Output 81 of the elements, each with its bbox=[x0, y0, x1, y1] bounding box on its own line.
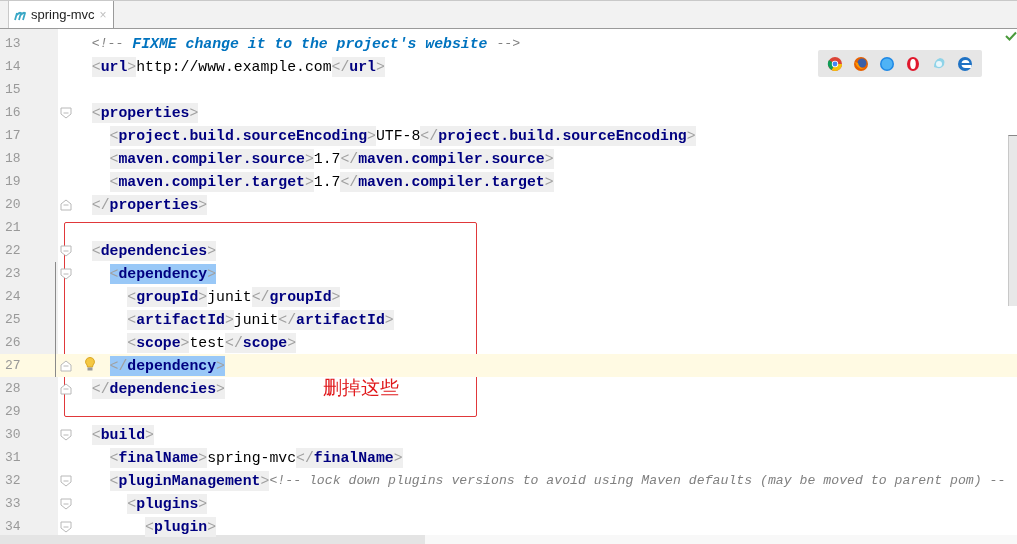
fold-icon[interactable] bbox=[60, 106, 72, 119]
code-comment: <!-- bbox=[91, 36, 124, 51]
line-number: 16 bbox=[5, 105, 21, 120]
xml-tag: </dependencies> bbox=[91, 378, 225, 399]
line-number: 33 bbox=[5, 496, 21, 511]
tag-value: UTF-8 bbox=[375, 127, 421, 144]
xml-tag: </dependency> bbox=[109, 355, 225, 376]
xml-tag: </project.build.sourceEncoding> bbox=[420, 125, 696, 146]
xml-tag: <url> bbox=[91, 56, 137, 77]
xml-tag: </properties> bbox=[91, 194, 208, 215]
browser-icon[interactable] bbox=[879, 55, 895, 72]
xml-tag: <finalName> bbox=[109, 447, 208, 468]
fold-icon[interactable] bbox=[60, 474, 72, 487]
xml-tag: <artifactId> bbox=[127, 309, 234, 330]
tag-value: 1.7 bbox=[313, 150, 341, 167]
xml-tag: </url> bbox=[331, 56, 385, 77]
editor-tab[interactable]: spring-mvc × bbox=[8, 1, 114, 28]
xml-tag: <maven.compiler.target> bbox=[109, 171, 314, 192]
line-number: 31 bbox=[5, 450, 21, 465]
line-number: 29 bbox=[5, 404, 21, 419]
tag-value: http://www.example.com bbox=[136, 58, 332, 75]
todo-comment: FIXME change it to the project's website bbox=[132, 35, 489, 52]
xml-tag: <plugins> bbox=[127, 493, 208, 514]
tag-value: spring-mvc bbox=[207, 449, 297, 466]
line-number: 18 bbox=[5, 151, 21, 166]
xml-tag: </maven.compiler.source> bbox=[340, 148, 554, 169]
xml-tag: </groupId> bbox=[251, 286, 341, 307]
fold-icon[interactable] bbox=[60, 267, 72, 280]
line-number: 22 bbox=[5, 243, 21, 258]
browser-icon[interactable] bbox=[827, 55, 843, 72]
line-number: 30 bbox=[5, 427, 21, 442]
line-number: 26 bbox=[5, 335, 21, 350]
annotation-text: 删掉这些 bbox=[323, 375, 399, 400]
line-number: 20 bbox=[5, 197, 21, 212]
browser-icon[interactable] bbox=[853, 55, 869, 72]
line-number: 27 bbox=[5, 358, 21, 373]
code-comment: <!-- lock down plugins versions to avoid using Maven defaults (may be moved to parent pom) -- bbox=[269, 473, 1006, 488]
xml-tag: <maven.compiler.source> bbox=[109, 148, 314, 169]
xml-tag: </finalName> bbox=[296, 447, 403, 468]
line-number: 21 bbox=[5, 220, 21, 235]
line-number: 14 bbox=[5, 59, 21, 74]
xml-tag: <properties> bbox=[91, 102, 199, 123]
tag-value: junit bbox=[233, 311, 279, 328]
tag-value: 1.7 bbox=[313, 173, 341, 190]
xml-tag: <pluginManagement> bbox=[109, 470, 270, 491]
fold-icon[interactable] bbox=[60, 520, 72, 533]
xml-tag: <dependency> bbox=[109, 263, 217, 284]
line-number: 17 bbox=[5, 128, 21, 143]
line-number: 19 bbox=[5, 174, 21, 189]
xml-tag: <groupId> bbox=[127, 286, 208, 307]
line-number: 28 bbox=[5, 381, 21, 396]
line-number: 25 bbox=[5, 312, 21, 327]
scrollbar-thumb[interactable] bbox=[1008, 135, 1017, 306]
browser-icon[interactable] bbox=[905, 55, 921, 72]
line-number: 32 bbox=[5, 473, 21, 488]
xml-tag: <scope> bbox=[127, 332, 190, 353]
fold-icon[interactable] bbox=[60, 497, 72, 510]
line-number: 34 bbox=[5, 519, 21, 534]
tag-value: test bbox=[189, 334, 225, 351]
line-number: 24 bbox=[5, 289, 21, 304]
code-comment: --> bbox=[496, 36, 521, 51]
scrollbar-thumb[interactable] bbox=[0, 535, 425, 544]
xml-tag: </maven.compiler.target> bbox=[340, 171, 554, 192]
fold-icon[interactable] bbox=[60, 359, 72, 372]
browser-icon[interactable] bbox=[957, 55, 973, 72]
line-number: 15 bbox=[5, 82, 21, 97]
line-number: 23 bbox=[5, 266, 21, 281]
tag-value: junit bbox=[207, 288, 252, 305]
xml-tag: </artifactId> bbox=[278, 309, 394, 330]
fold-icon[interactable] bbox=[60, 382, 72, 395]
xml-tag: <dependencies> bbox=[91, 240, 217, 261]
fold-icon[interactable] bbox=[60, 198, 72, 211]
lightbulb-icon[interactable] bbox=[85, 357, 95, 371]
xml-tag: </scope> bbox=[225, 332, 297, 353]
fold-icon[interactable] bbox=[60, 244, 72, 257]
xml-tag: <build> bbox=[91, 424, 154, 445]
xml-tag: <plugin> bbox=[145, 516, 217, 537]
xml-tag: <project.build.sourceEncoding> bbox=[109, 125, 376, 146]
check-icon bbox=[1005, 31, 1017, 41]
line-number: 13 bbox=[5, 36, 21, 51]
fold-icon[interactable] bbox=[60, 428, 72, 441]
